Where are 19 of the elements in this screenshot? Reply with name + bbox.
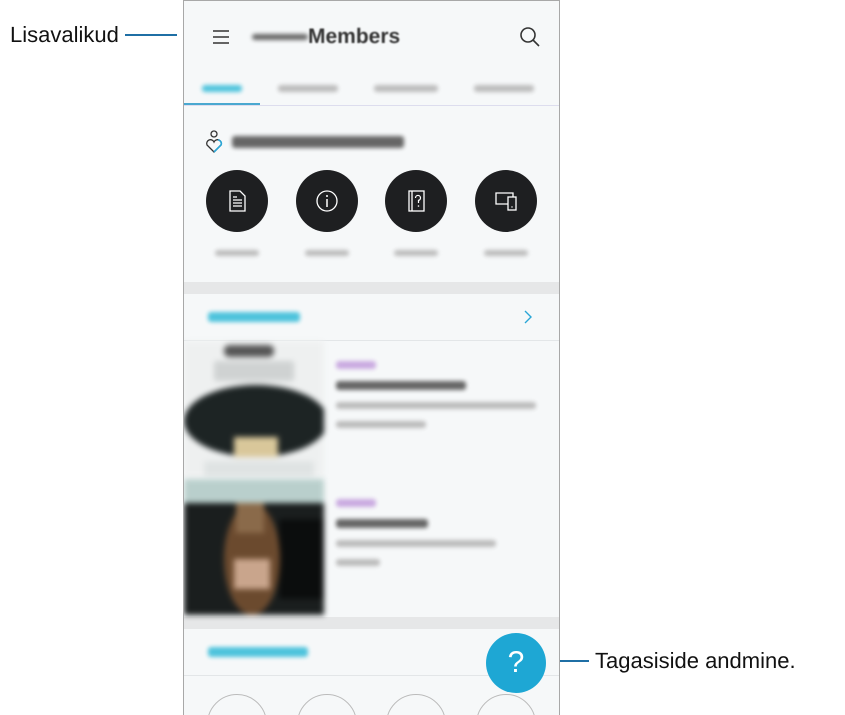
callout-label: Lisavalikud [10, 22, 119, 48]
info-icon [314, 189, 339, 213]
blurred-text [214, 250, 259, 256]
app-title: Members [308, 25, 400, 49]
leader-line [124, 34, 177, 36]
question-book-icon [406, 189, 426, 213]
blurred-text [484, 250, 528, 256]
help-button[interactable]: ? [486, 633, 546, 693]
blurred-text [336, 361, 376, 369]
blurred-text [252, 34, 308, 40]
search-icon[interactable] [519, 26, 541, 48]
menu-icon[interactable] [212, 29, 230, 45]
blurred-text [304, 250, 349, 256]
blurred-text [336, 499, 376, 507]
chevron-right-icon[interactable] [523, 309, 533, 325]
blurred-text [336, 559, 380, 566]
blurred-text [394, 250, 438, 256]
callout-label: Tagasiside andmine. [595, 648, 796, 674]
heart-person-icon [204, 130, 224, 154]
